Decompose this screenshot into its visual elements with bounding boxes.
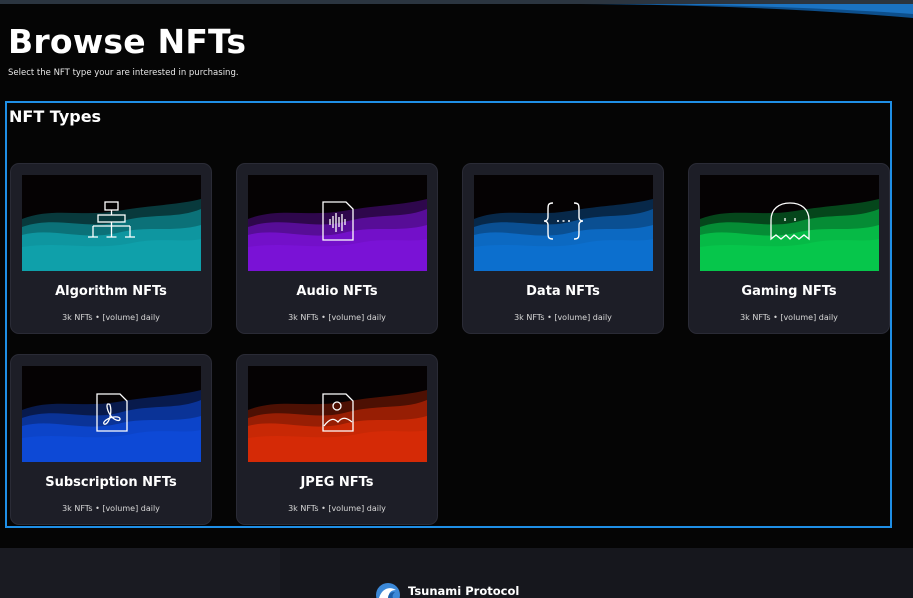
footer-shade	[0, 548, 280, 598]
card-stats: 3k NFTs • [volume] daily	[288, 313, 386, 322]
card-banner	[474, 175, 653, 271]
page-footer: Tsunami Protocol	[0, 548, 913, 598]
card-banner	[248, 175, 427, 271]
card-title: Subscription NFTs	[45, 475, 177, 490]
tsunami-logo-icon	[376, 583, 400, 598]
footer-brand-name: Tsunami Protocol	[408, 584, 520, 598]
card-stats: 3k NFTs • [volume] daily	[62, 313, 160, 322]
ghost-icon	[770, 202, 810, 241]
image-file-icon	[322, 393, 354, 432]
nft-type-card-subscription[interactable]: Subscription NFTs 3k NFTs • [volume] dai…	[10, 354, 212, 525]
section-title: NFT Types	[9, 107, 102, 126]
card-stats: 3k NFTs • [volume] daily	[514, 313, 612, 322]
code-braces-icon	[543, 202, 584, 240]
card-stats: 3k NFTs • [volume] daily	[62, 504, 160, 513]
card-stats: 3k NFTs • [volume] daily	[740, 313, 838, 322]
pdf-file-icon	[96, 393, 128, 432]
card-title: Algorithm NFTs	[55, 284, 167, 299]
hierarchy-icon	[88, 201, 135, 238]
page-title: Browse NFTs	[8, 22, 247, 61]
card-title: Data NFTs	[526, 284, 600, 299]
card-banner	[22, 366, 201, 462]
card-banner	[22, 175, 201, 271]
card-title: Gaming NFTs	[741, 284, 837, 299]
card-title: JPEG NFTs	[300, 475, 374, 490]
header-decoration	[0, 0, 913, 18]
page-subtitle: Select the NFT type your are interested …	[8, 68, 239, 78]
nft-type-card-data[interactable]: Data NFTs 3k NFTs • [volume] daily	[462, 163, 664, 334]
card-stats: 3k NFTs • [volume] daily	[288, 504, 386, 513]
footer-brand[interactable]: Tsunami Protocol	[376, 582, 519, 598]
card-title: Audio NFTs	[296, 284, 378, 299]
card-banner	[700, 175, 879, 271]
nft-types-panel: NFT Types Algorithm NFTs 3k NFTs • [volu…	[5, 101, 892, 528]
audio-file-icon	[322, 201, 354, 241]
nft-type-card-gaming[interactable]: Gaming NFTs 3k NFTs • [volume] daily	[688, 163, 890, 334]
card-banner	[248, 366, 427, 462]
nft-type-card-audio[interactable]: Audio NFTs 3k NFTs • [volume] daily	[236, 163, 438, 334]
nft-type-card-algorithm[interactable]: Algorithm NFTs 3k NFTs • [volume] daily	[10, 163, 212, 334]
browse-nfts-page: Browse NFTs Select the NFT type your are…	[0, 0, 913, 598]
nft-type-card-jpeg[interactable]: JPEG NFTs 3k NFTs • [volume] daily	[236, 354, 438, 525]
